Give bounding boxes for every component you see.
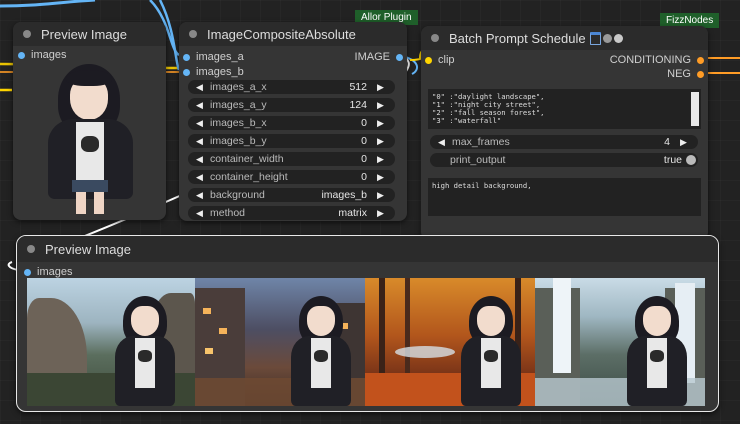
increment-arrow-icon[interactable]: ▶ bbox=[377, 136, 387, 147]
image-slot-dot-icon[interactable] bbox=[18, 51, 25, 59]
image-composite-absolute-node[interactable]: ImageCompositeAbsolute images_a images_b… bbox=[179, 22, 407, 221]
preview-thumbnail-3[interactable] bbox=[365, 278, 535, 406]
preview-thumbnail-1[interactable] bbox=[27, 278, 195, 406]
widget-images-b-y[interactable]: ◀ images_b_y 0 ▶ bbox=[188, 134, 395, 148]
schedule-textarea[interactable]: "0" :"daylight landscape", "1" :"night c… bbox=[428, 89, 701, 129]
collapse-dot-icon[interactable] bbox=[27, 245, 35, 253]
preview-thumbnail-2[interactable] bbox=[195, 278, 365, 406]
widget-print-output[interactable]: print_output true bbox=[430, 153, 698, 167]
node-title: Preview Image bbox=[41, 26, 127, 42]
node-title: Batch Prompt Schedule bbox=[449, 30, 586, 46]
node-title-bar[interactable]: Batch Prompt Schedule bbox=[421, 26, 708, 50]
slot-label: IMAGE bbox=[354, 51, 390, 63]
decrement-arrow-icon[interactable]: ◀ bbox=[196, 208, 206, 219]
widget-container-height[interactable]: ◀ container_height 0 ▶ bbox=[188, 170, 395, 184]
prompt-textarea[interactable]: high detail background, bbox=[428, 178, 701, 216]
node-badge-icon bbox=[613, 33, 623, 43]
info-icon[interactable] bbox=[602, 33, 612, 43]
node-title-bar[interactable]: Preview Image bbox=[17, 236, 718, 262]
node-title-bar[interactable]: ImageCompositeAbsolute bbox=[179, 22, 407, 46]
decrement-arrow-icon[interactable]: ◀ bbox=[196, 136, 206, 147]
batch-prompt-schedule-node[interactable]: Batch Prompt Schedule clip CONDITIONING … bbox=[421, 26, 708, 240]
collapse-dot-icon[interactable] bbox=[189, 30, 197, 38]
increment-arrow-icon[interactable]: ▶ bbox=[377, 82, 387, 93]
collapse-dot-icon[interactable] bbox=[23, 30, 31, 38]
slot-label: images bbox=[31, 49, 67, 61]
increment-arrow-icon[interactable]: ▶ bbox=[377, 118, 387, 129]
widget-container-width[interactable]: ◀ container_width 0 ▶ bbox=[188, 152, 395, 166]
increment-arrow-icon[interactable]: ▶ bbox=[377, 190, 387, 201]
preview-image bbox=[48, 64, 133, 214]
decrement-arrow-icon[interactable]: ◀ bbox=[196, 154, 206, 165]
decrement-arrow-icon[interactable]: ◀ bbox=[196, 82, 206, 93]
toggle-knob-icon[interactable] bbox=[686, 155, 696, 165]
widget-images-a-y[interactable]: ◀ images_a_y 124 ▶ bbox=[188, 98, 395, 112]
image-slot-dot-icon[interactable] bbox=[183, 53, 190, 61]
textarea-scrollbar[interactable] bbox=[691, 92, 699, 126]
decrement-arrow-icon[interactable]: ◀ bbox=[196, 190, 206, 201]
input-slot-images-a[interactable]: images_a bbox=[183, 51, 244, 63]
calendar-icon bbox=[589, 31, 601, 45]
slot-label: images bbox=[37, 266, 73, 278]
preview-image-node-top[interactable]: Preview Image images bbox=[13, 22, 166, 220]
widget-background[interactable]: ◀ background images_b ▶ bbox=[188, 188, 395, 202]
slot-label: NEG bbox=[667, 68, 691, 80]
preview-image-node-bottom[interactable]: Preview Image images bbox=[16, 235, 719, 412]
decrement-arrow-icon[interactable]: ◀ bbox=[196, 172, 206, 183]
image-slot-dot-icon[interactable] bbox=[396, 53, 403, 61]
slot-label: images_b bbox=[196, 66, 244, 78]
increment-arrow-icon[interactable]: ▶ bbox=[377, 208, 387, 219]
slot-label: clip bbox=[438, 54, 455, 66]
widget-method[interactable]: ◀ method matrix ▶ bbox=[188, 206, 395, 220]
slot-label: images_a bbox=[196, 51, 244, 63]
collapse-dot-icon[interactable] bbox=[431, 34, 439, 42]
node-title: Preview Image bbox=[45, 241, 131, 257]
input-slot-images[interactable]: images bbox=[18, 49, 66, 61]
widget-max-frames[interactable]: ◀ max_frames 4 ▶ bbox=[430, 135, 698, 149]
preview-thumbnail-4[interactable] bbox=[535, 278, 705, 406]
increment-arrow-icon[interactable]: ▶ bbox=[680, 137, 690, 148]
decrement-arrow-icon[interactable]: ◀ bbox=[196, 100, 206, 111]
increment-arrow-icon[interactable]: ▶ bbox=[377, 172, 387, 183]
input-slot-clip[interactable]: clip bbox=[425, 54, 455, 66]
slot-label: CONDITIONING bbox=[609, 54, 691, 66]
increment-arrow-icon[interactable]: ▶ bbox=[377, 100, 387, 111]
input-slot-images-b[interactable]: images_b bbox=[183, 66, 244, 78]
output-slot-conditioning[interactable]: CONDITIONING bbox=[610, 54, 704, 66]
decrement-arrow-icon[interactable]: ◀ bbox=[438, 137, 448, 148]
decrement-arrow-icon[interactable]: ◀ bbox=[196, 118, 206, 129]
conditioning-slot-dot-icon[interactable] bbox=[697, 70, 704, 78]
widget-images-b-x[interactable]: ◀ images_b_x 0 ▶ bbox=[188, 116, 395, 130]
node-title: ImageCompositeAbsolute bbox=[207, 26, 356, 42]
increment-arrow-icon[interactable]: ▶ bbox=[377, 154, 387, 165]
clip-slot-dot-icon[interactable] bbox=[425, 56, 432, 64]
image-slot-dot-icon[interactable] bbox=[24, 268, 31, 276]
widget-images-a-x[interactable]: ◀ images_a_x 512 ▶ bbox=[188, 80, 395, 94]
output-slot-image[interactable]: IMAGE bbox=[355, 51, 403, 63]
conditioning-slot-dot-icon[interactable] bbox=[697, 56, 704, 64]
image-slot-dot-icon[interactable] bbox=[183, 68, 190, 76]
input-slot-images[interactable]: images bbox=[24, 266, 72, 278]
output-slot-neg[interactable]: NEG bbox=[667, 68, 704, 80]
node-title-bar[interactable]: Preview Image bbox=[13, 22, 166, 46]
